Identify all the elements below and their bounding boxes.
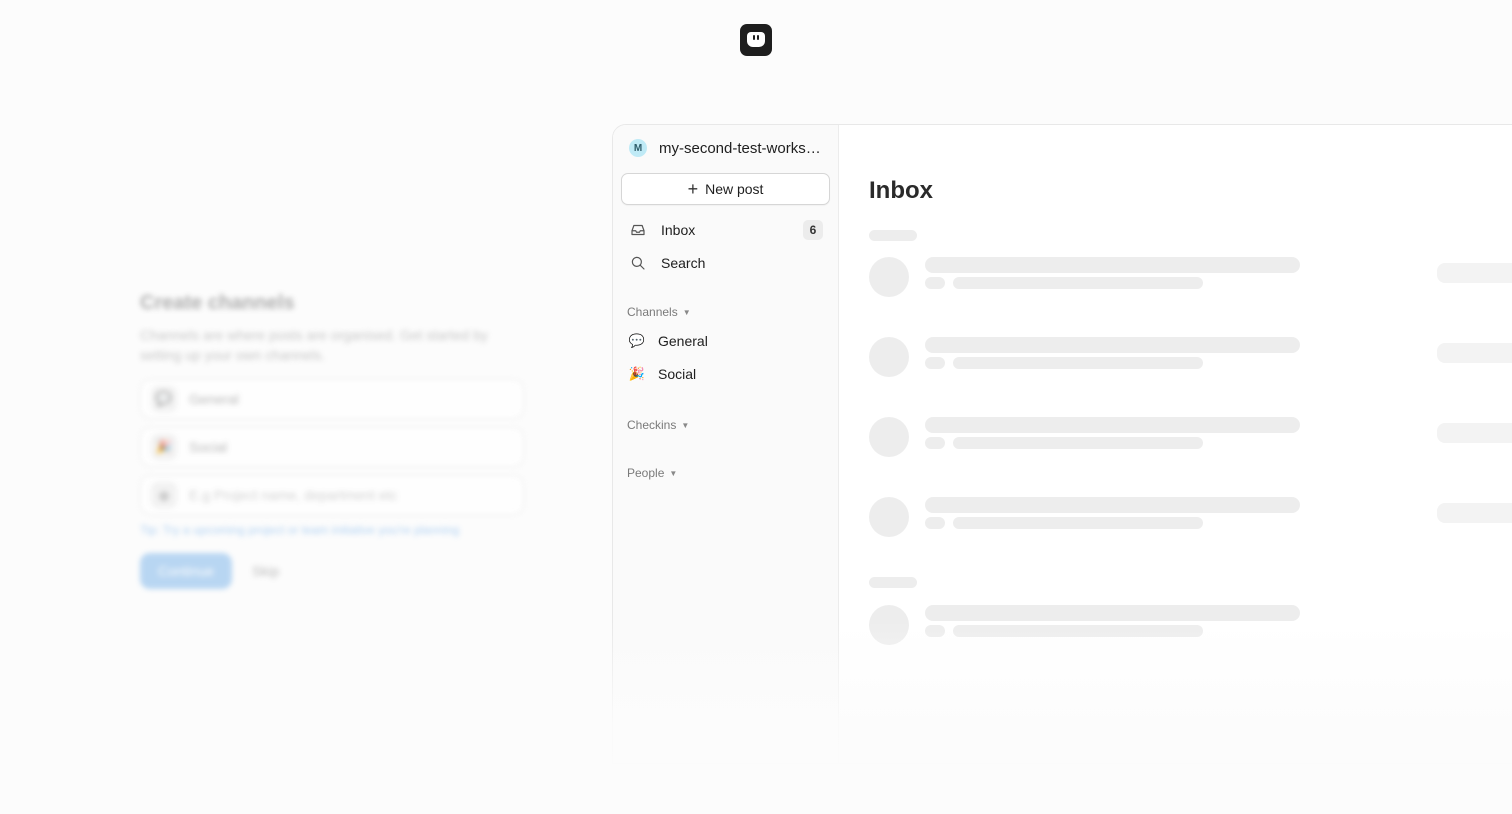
page-title: Inbox xyxy=(869,177,933,204)
new-post-label: New post xyxy=(705,181,764,197)
sidebar-item-inbox[interactable]: Inbox 6 xyxy=(629,218,823,242)
section-label: Checkins xyxy=(627,418,677,432)
checkins-section-header[interactable]: Checkins ▼ xyxy=(627,418,689,432)
app-logo xyxy=(740,24,772,56)
sidebar-item-search[interactable]: Search xyxy=(629,251,823,275)
people-section-header[interactable]: People ▼ xyxy=(627,466,677,480)
skeleton-meta xyxy=(1437,423,1512,443)
skeleton-line xyxy=(925,277,945,289)
onboarding-panel: Create channels Channels are where posts… xyxy=(140,292,524,589)
onboarding-tip[interactable]: Tip: Try a upcoming project or team init… xyxy=(140,523,524,537)
caret-down-icon: ▼ xyxy=(681,420,690,430)
skeleton-meta xyxy=(1437,503,1512,523)
channel-field-placeholder: E.g Project name, department etc xyxy=(189,487,398,503)
skeleton-avatar xyxy=(869,417,909,457)
skeleton-meta xyxy=(1437,343,1512,363)
party-popper-icon: 🎉 xyxy=(628,366,646,381)
skeleton-avatar xyxy=(869,337,909,377)
plus-icon: + xyxy=(687,179,699,199)
section-label: Channels xyxy=(627,305,678,319)
skeleton-line xyxy=(925,417,1300,433)
channels-section-header[interactable]: Channels ▼ xyxy=(627,305,691,319)
speech-bubble-icon: 💬 xyxy=(628,333,646,348)
channel-field-general[interactable]: 💬 General xyxy=(140,379,524,419)
channel-field-value: General xyxy=(189,391,239,407)
skeleton-line xyxy=(925,517,945,529)
skeleton-avatar xyxy=(869,497,909,537)
caret-down-icon: ▼ xyxy=(682,307,691,317)
skeleton-group-label xyxy=(869,230,917,241)
skeleton-line xyxy=(953,357,1203,369)
sidebar-channel-social[interactable]: 🎉 Social xyxy=(628,366,696,382)
channel-field-new[interactable]: ☺ E.g Project name, department etc xyxy=(140,475,524,515)
sidebar-channel-general[interactable]: 💬 General xyxy=(628,333,708,349)
skeleton-avatar xyxy=(869,257,909,297)
channel-field-social[interactable]: 🎉 Social xyxy=(140,427,524,467)
skeleton-line xyxy=(953,437,1203,449)
speech-bubble-icon[interactable]: 💬 xyxy=(151,386,177,412)
skeleton-line xyxy=(925,337,1300,353)
channel-label: General xyxy=(658,333,708,349)
workspace-name: my-second-test-workspace xyxy=(659,139,823,157)
skeleton-line xyxy=(925,605,1300,621)
skip-button[interactable]: Skip xyxy=(252,563,279,579)
skeleton-group-label xyxy=(869,577,917,588)
skeleton-line xyxy=(953,277,1203,289)
onboarding-title: Create channels xyxy=(140,292,295,314)
skeleton-line xyxy=(925,357,945,369)
caret-down-icon: ▼ xyxy=(669,468,678,478)
workspace-switcher[interactable]: M my-second-test-workspace xyxy=(629,139,823,157)
channel-label: Social xyxy=(658,366,697,382)
inbox-count-badge: 6 xyxy=(803,220,823,240)
section-label: People xyxy=(627,466,665,480)
skeleton-line xyxy=(925,437,945,449)
search-icon xyxy=(631,256,645,270)
skeleton-meta xyxy=(1437,263,1512,283)
smiley-icon[interactable]: ☺ xyxy=(151,482,177,508)
party-popper-icon[interactable]: 🎉 xyxy=(151,434,177,460)
new-post-button[interactable]: + New post xyxy=(621,173,830,205)
skeleton-line xyxy=(925,257,1300,273)
skeleton-line xyxy=(953,517,1203,529)
inbox-icon xyxy=(631,224,645,236)
onboarding-description: Channels are where posts are organised. … xyxy=(140,327,488,363)
skeleton-line xyxy=(925,497,1300,513)
continue-button[interactable]: Continue xyxy=(140,553,232,589)
workspace-avatar: M xyxy=(629,139,647,157)
sidebar-item-label: Inbox xyxy=(661,222,696,238)
bottom-fade-overlay xyxy=(600,620,1512,814)
channel-field-value: Social xyxy=(189,439,228,455)
sidebar-item-label: Search xyxy=(661,255,706,271)
